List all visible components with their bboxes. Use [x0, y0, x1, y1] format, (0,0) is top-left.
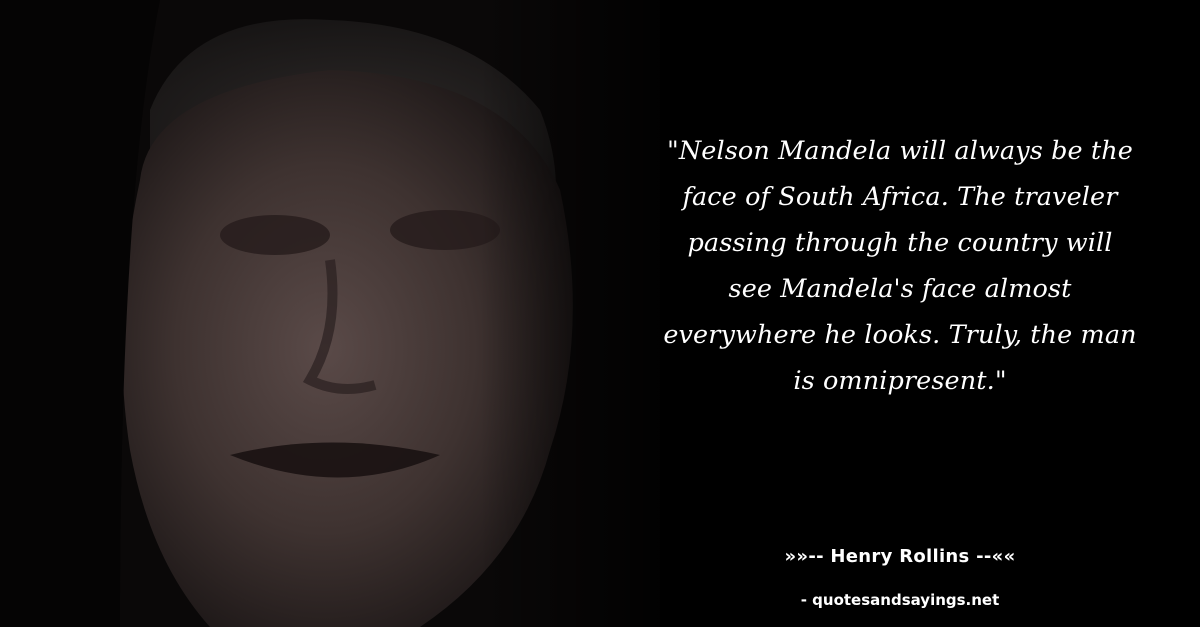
quote-line: face of South Africa. The traveler — [682, 182, 1118, 212]
quote-line: is omnipresent." — [793, 366, 1007, 396]
quote-line: see Mandela's face almost — [728, 274, 1072, 304]
source-link[interactable]: - quotesandsayings.net — [640, 590, 1160, 610]
quote-line: passing through the country will — [687, 228, 1113, 258]
quote-text: "Nelson Mandela will always be the face … — [640, 128, 1160, 404]
quote-line: everywhere he looks. Truly, the man — [663, 320, 1137, 350]
author-attribution: »»-- Henry Rollins --«« — [784, 546, 1016, 567]
quote-line: "Nelson Mandela will always be the — [667, 136, 1133, 166]
quote-card: "Nelson Mandela will always be the face … — [0, 0, 1200, 627]
